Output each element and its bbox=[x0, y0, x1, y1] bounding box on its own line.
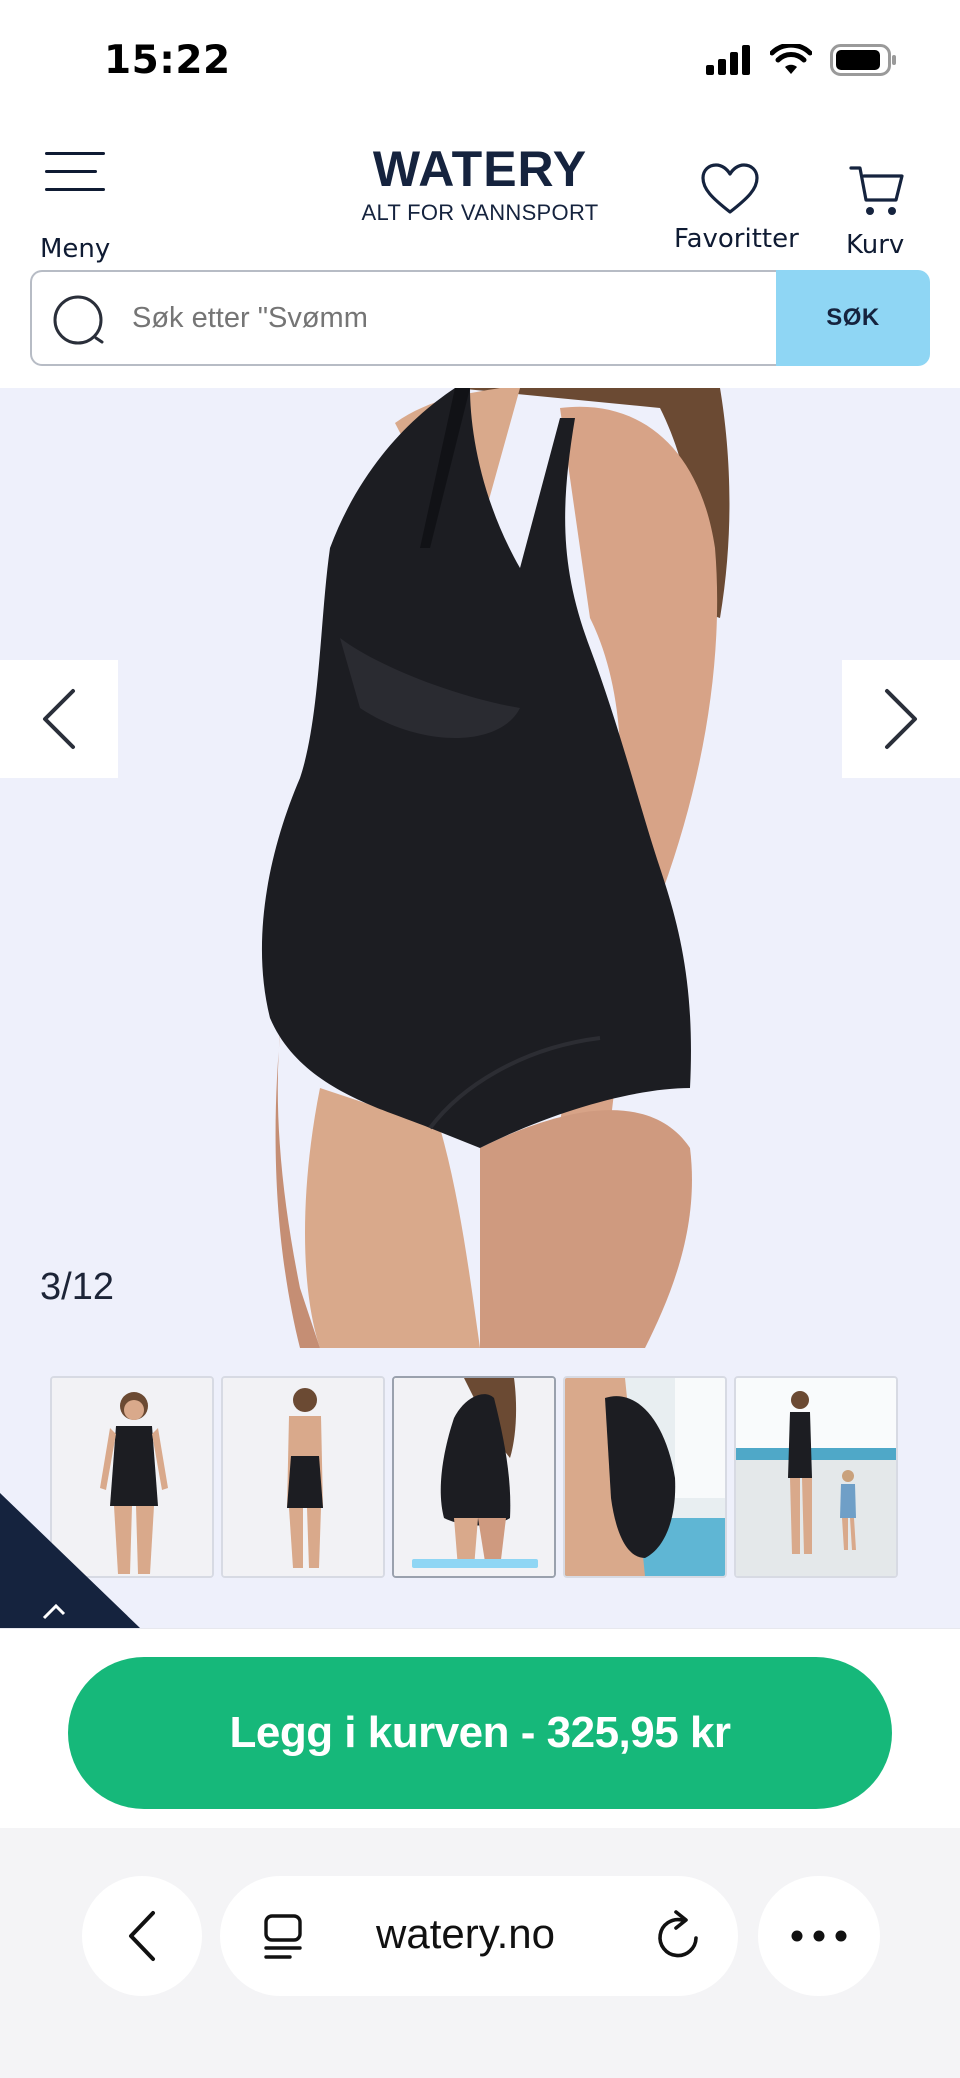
thumbnail-side-view[interactable] bbox=[392, 1376, 556, 1578]
address-bar[interactable]: watery.no bbox=[220, 1876, 738, 1996]
url-text: watery.no bbox=[376, 1910, 555, 1957]
browser-toolbar: watery.no bbox=[0, 1828, 960, 2078]
battery-icon bbox=[830, 44, 896, 76]
menu-label: Meny bbox=[40, 234, 111, 264]
corner-badge[interactable] bbox=[0, 1493, 140, 1628]
thumbnail-image bbox=[565, 1378, 725, 1576]
cart-icon bbox=[849, 166, 904, 215]
heart-icon bbox=[701, 163, 759, 214]
chevron-left-icon bbox=[129, 1911, 155, 1961]
add-to-cart-button[interactable]: Legg i kurven - 325,95 kr bbox=[68, 1657, 892, 1809]
menu-button[interactable]: Meny bbox=[30, 148, 120, 264]
thumbnail-image bbox=[736, 1378, 896, 1576]
thumbnail-strip bbox=[50, 1376, 898, 1578]
cellular-signal-icon bbox=[706, 45, 750, 75]
thumbnail-image bbox=[223, 1378, 383, 1576]
image-counter: 3/12 bbox=[40, 1266, 114, 1308]
wifi-icon bbox=[770, 44, 812, 74]
reload-icon[interactable] bbox=[652, 1908, 706, 1964]
browser-back-button[interactable] bbox=[82, 1876, 202, 1996]
search-button[interactable]: SØK bbox=[776, 270, 930, 366]
hamburger-icon bbox=[45, 148, 105, 194]
search-icon bbox=[53, 295, 104, 345]
tabs-icon bbox=[264, 1914, 302, 1959]
favorites-label: Favoritter bbox=[674, 224, 799, 254]
logo-text: WATERY bbox=[372, 141, 588, 197]
logo-tagline: ALT FOR VANNSPORT bbox=[361, 200, 599, 225]
active-thumbnail-indicator bbox=[412, 1559, 538, 1568]
chevron-left-icon bbox=[43, 689, 75, 749]
next-image-button[interactable] bbox=[842, 660, 960, 778]
product-gallery: 3/12 bbox=[0, 388, 960, 1628]
status-bar: 15:22 bbox=[0, 0, 960, 120]
search-bar: SØK bbox=[30, 270, 930, 366]
search-input[interactable] bbox=[130, 292, 754, 344]
cart-label: Kurv bbox=[846, 230, 905, 260]
thumbnail-pool-with-child[interactable] bbox=[734, 1376, 898, 1578]
product-main-image[interactable] bbox=[0, 388, 960, 1348]
more-icon bbox=[791, 1930, 847, 1942]
thumbnail-image bbox=[394, 1378, 554, 1576]
thumbnail-back-view[interactable] bbox=[221, 1376, 385, 1578]
status-time: 15:22 bbox=[104, 38, 231, 83]
previous-image-button[interactable] bbox=[0, 660, 118, 778]
thumbnail-pool-closeup[interactable] bbox=[563, 1376, 727, 1578]
cart-button[interactable]: Kurv bbox=[830, 140, 920, 260]
more-options-button[interactable] bbox=[758, 1876, 880, 1996]
chevron-right-icon bbox=[885, 689, 917, 749]
logo[interactable]: WATERY ALT FOR VANNSPORT bbox=[345, 142, 615, 226]
favorites-button[interactable]: Favoritter bbox=[668, 140, 799, 254]
add-to-cart-bar: Legg i kurven - 325,95 kr bbox=[0, 1628, 960, 1829]
status-icons bbox=[706, 44, 898, 76]
site-header: Meny WATERY ALT FOR VANNSPORT Favoritter… bbox=[0, 120, 960, 270]
search-field bbox=[30, 270, 776, 366]
